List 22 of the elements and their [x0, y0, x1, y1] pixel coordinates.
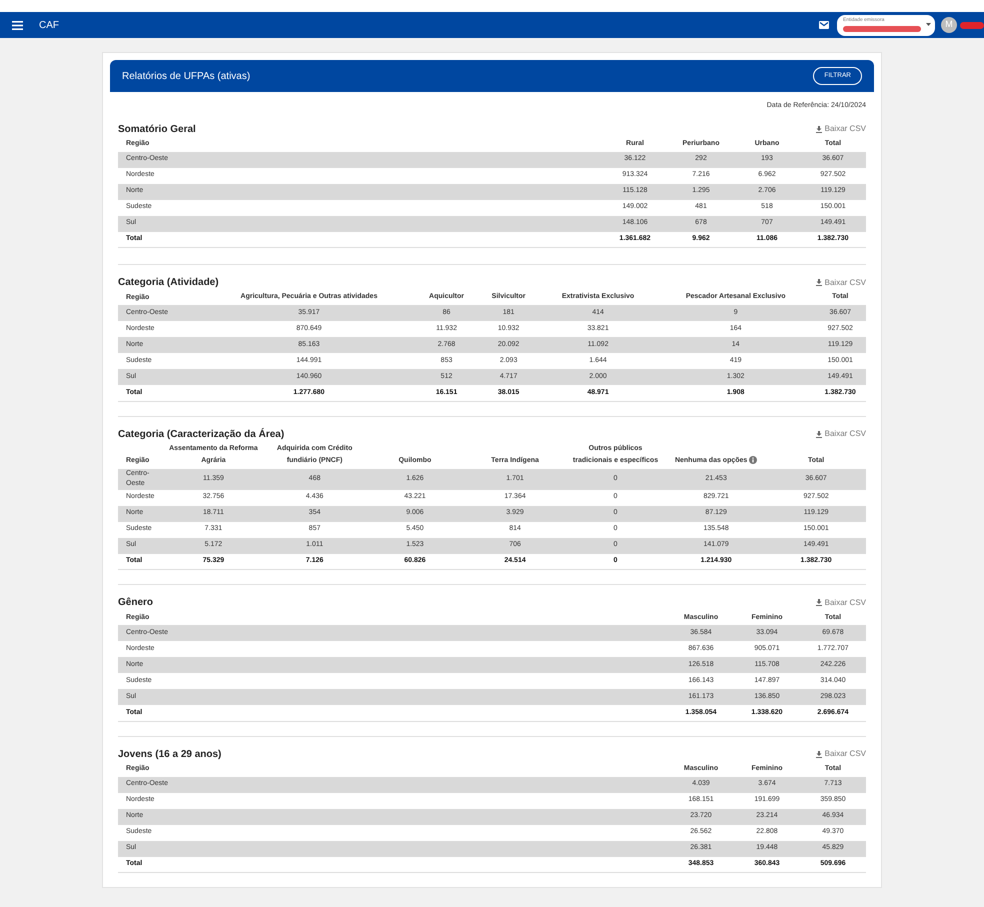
download-csv-button[interactable]: Baixar CSV: [816, 428, 866, 440]
section-title: Categoria (Atividade): [118, 276, 219, 290]
menu-icon[interactable]: [12, 20, 23, 30]
download-icon: [816, 279, 822, 286]
app-name: CAF: [39, 18, 59, 32]
section-title: Gênero: [118, 596, 154, 610]
redacted-name-mark: [960, 22, 984, 28]
download-csv-button[interactable]: Baixar CSV: [816, 748, 866, 760]
report-title: Relatórios de UFPAs (ativas): [122, 70, 250, 84]
section-title: Somatório Geral: [118, 122, 196, 136]
download-csv-button[interactable]: Baixar CSV: [816, 123, 866, 135]
section-title: Categoria (Caracterização da Área): [118, 427, 284, 442]
download-icon: [816, 750, 822, 758]
info-icon[interactable]: [749, 456, 758, 464]
download-icon: [816, 599, 822, 606]
section-title: Jovens (16 a 29 anos): [118, 748, 222, 762]
download-csv-button[interactable]: Baixar CSV: [816, 276, 866, 288]
download-csv-button[interactable]: Baixar CSV: [816, 596, 866, 608]
caret-icon: [926, 22, 931, 26]
download-icon: [816, 126, 822, 132]
download-icon: [816, 430, 822, 438]
mail-icon[interactable]: [819, 21, 829, 29]
